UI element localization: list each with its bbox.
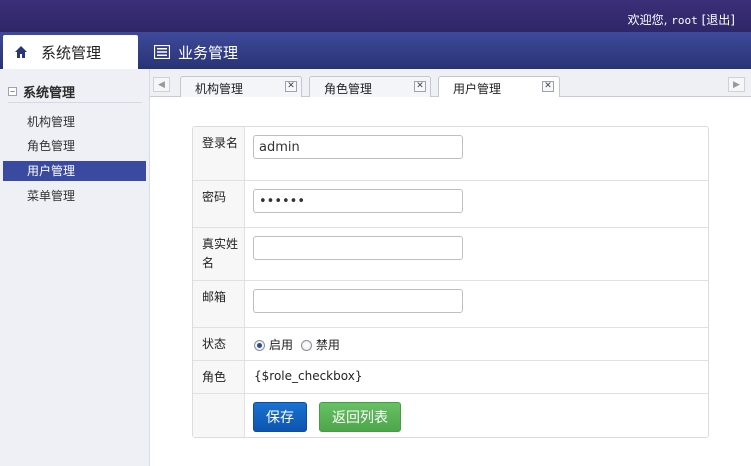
username: root [671,14,698,27]
page-tab-label: 用户管理 [453,82,502,96]
password-input[interactable] [253,189,463,213]
realname-label: 真实姓名 [193,228,245,280]
page-tab-label: 机构管理 [195,82,244,96]
nav-tab-system[interactable]: 系统管理 [3,35,138,69]
form-row-password: 密码 [193,180,708,227]
page-tab-role[interactable]: 角色管理 ✕ [309,76,431,97]
close-icon[interactable]: ✕ [414,81,426,92]
nav-tab-label: 系统管理 [41,43,102,62]
role-label: 角色 [193,361,245,393]
home-icon [13,44,29,60]
role-value: {$role_checkbox} [254,369,363,383]
status-option-enabled[interactable]: 启用 [254,338,297,352]
status-disabled-label: 禁用 [315,338,340,352]
form-row-username: 登录名 [193,127,708,180]
welcome-text: 欢迎您, [627,13,668,27]
top-bar: 欢迎您, root [退出] [0,0,751,32]
save-button[interactable]: 保存 [253,402,307,432]
page-tab-label: 角色管理 [324,82,373,96]
sidebar-item-role[interactable]: 角色管理 [3,136,146,156]
realname-input[interactable] [253,236,463,260]
collapse-icon[interactable]: − [8,87,17,96]
sidebar: − 系统管理 机构管理 角色管理 用户管理 菜单管理 [0,69,150,466]
status-enabled-label: 启用 [269,338,294,352]
nav-tab-label: 业务管理 [178,43,239,62]
username-input[interactable] [253,135,463,159]
form-row-realname: 真实姓名 [193,227,708,280]
radio-icon[interactable] [300,340,312,351]
main-nav: 系统管理 业务管理 [0,32,751,69]
user-form: 登录名 密码 真实姓名 邮箱 状态 [192,126,709,438]
email-input[interactable] [253,289,463,313]
tab-scroll-right-icon[interactable]: ▶ [728,77,745,92]
status-label: 状态 [193,328,245,360]
form-row-email: 邮箱 [193,280,708,327]
logout-link[interactable]: [退出] [702,13,735,27]
status-option-disabled[interactable]: 禁用 [300,338,340,352]
form-row-role: 角色 {$role_checkbox} [193,360,708,393]
close-icon[interactable]: ✕ [285,81,297,92]
welcome-area: 欢迎您, root [退出] [628,11,735,28]
nav-tab-business[interactable]: 业务管理 [150,35,238,69]
password-label: 密码 [193,181,245,227]
form-row-actions: 保存 返回列表 [193,393,708,437]
username-label: 登录名 [193,127,245,180]
page-tab-strip: ◀ 机构管理 ✕ 角色管理 ✕ 用户管理 ✕ ▶ [150,69,751,98]
form-row-status: 状态 启用 禁用 [193,327,708,360]
close-icon[interactable]: ✕ [542,81,554,92]
email-label: 邮箱 [193,281,245,327]
sidebar-item-menu[interactable]: 菜单管理 [3,186,146,206]
content-area: 登录名 密码 真实姓名 邮箱 状态 [150,97,751,466]
radio-icon[interactable] [254,340,265,351]
sidebar-group-header[interactable]: − 系统管理 [8,81,142,103]
list-icon [154,44,170,60]
actions-label-cell [193,394,245,437]
page-tab-org[interactable]: 机构管理 ✕ [180,76,302,97]
tab-scroll-left-icon[interactable]: ◀ [153,77,170,92]
page-tab-user[interactable]: 用户管理 ✕ [438,76,560,98]
back-to-list-button[interactable]: 返回列表 [319,402,401,432]
sidebar-group-title: 系统管理 [23,86,76,101]
sidebar-item-org[interactable]: 机构管理 [3,112,146,132]
sidebar-item-user[interactable]: 用户管理 [3,161,146,181]
